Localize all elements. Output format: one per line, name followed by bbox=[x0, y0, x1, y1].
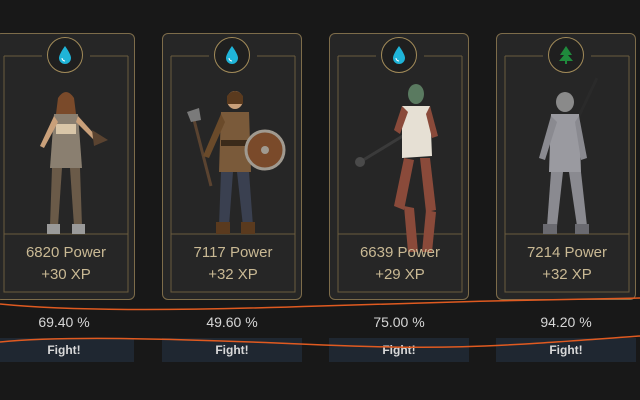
warrior-figure bbox=[40, 92, 108, 234]
win-chance: 49.60 % bbox=[206, 314, 258, 330]
power-value: 7214 Power bbox=[526, 244, 608, 261]
opponent-stats: 7214 Power +32 XP bbox=[497, 242, 637, 286]
tree-icon bbox=[548, 37, 584, 73]
opponent-stats: 6820 Power +30 XP bbox=[0, 242, 136, 286]
fight-button[interactable]: Fight! bbox=[496, 338, 636, 362]
opponent-stats: 7117 Power +32 XP bbox=[163, 242, 303, 286]
shield-warrior-figure bbox=[187, 91, 286, 234]
xp-reward: +30 XP bbox=[41, 266, 91, 283]
xp-reward: +32 XP bbox=[208, 266, 258, 283]
xp-reward: +32 XP bbox=[542, 266, 592, 283]
win-chance: 75.00 % bbox=[373, 314, 425, 330]
power-value: 6639 Power bbox=[359, 244, 441, 261]
power-value: 6820 Power bbox=[25, 244, 107, 261]
opponent-card: 6820 Power +30 XP bbox=[0, 33, 135, 300]
fight-button[interactable]: Fight! bbox=[162, 338, 302, 362]
win-chance: 94.20 % bbox=[540, 314, 592, 330]
opponent-card: 7214 Power +32 XP bbox=[496, 33, 636, 300]
opponent-card: 7117 Power +32 XP bbox=[162, 33, 302, 300]
mace-warrior-figure bbox=[355, 84, 438, 252]
armored-knight-figure bbox=[539, 77, 599, 234]
fight-button[interactable]: Fight! bbox=[329, 338, 469, 362]
water-drop-icon bbox=[381, 37, 417, 73]
opponent-card: 6639 Power +29 XP bbox=[329, 33, 469, 300]
water-drop-icon bbox=[214, 37, 250, 73]
fight-button[interactable]: Fight! bbox=[0, 338, 134, 362]
xp-reward: +29 XP bbox=[375, 266, 425, 283]
win-chance: 69.40 % bbox=[38, 314, 90, 330]
opponent-stats: 6639 Power +29 XP bbox=[330, 242, 470, 286]
power-value: 7117 Power bbox=[193, 244, 273, 261]
water-drop-icon bbox=[47, 37, 83, 73]
